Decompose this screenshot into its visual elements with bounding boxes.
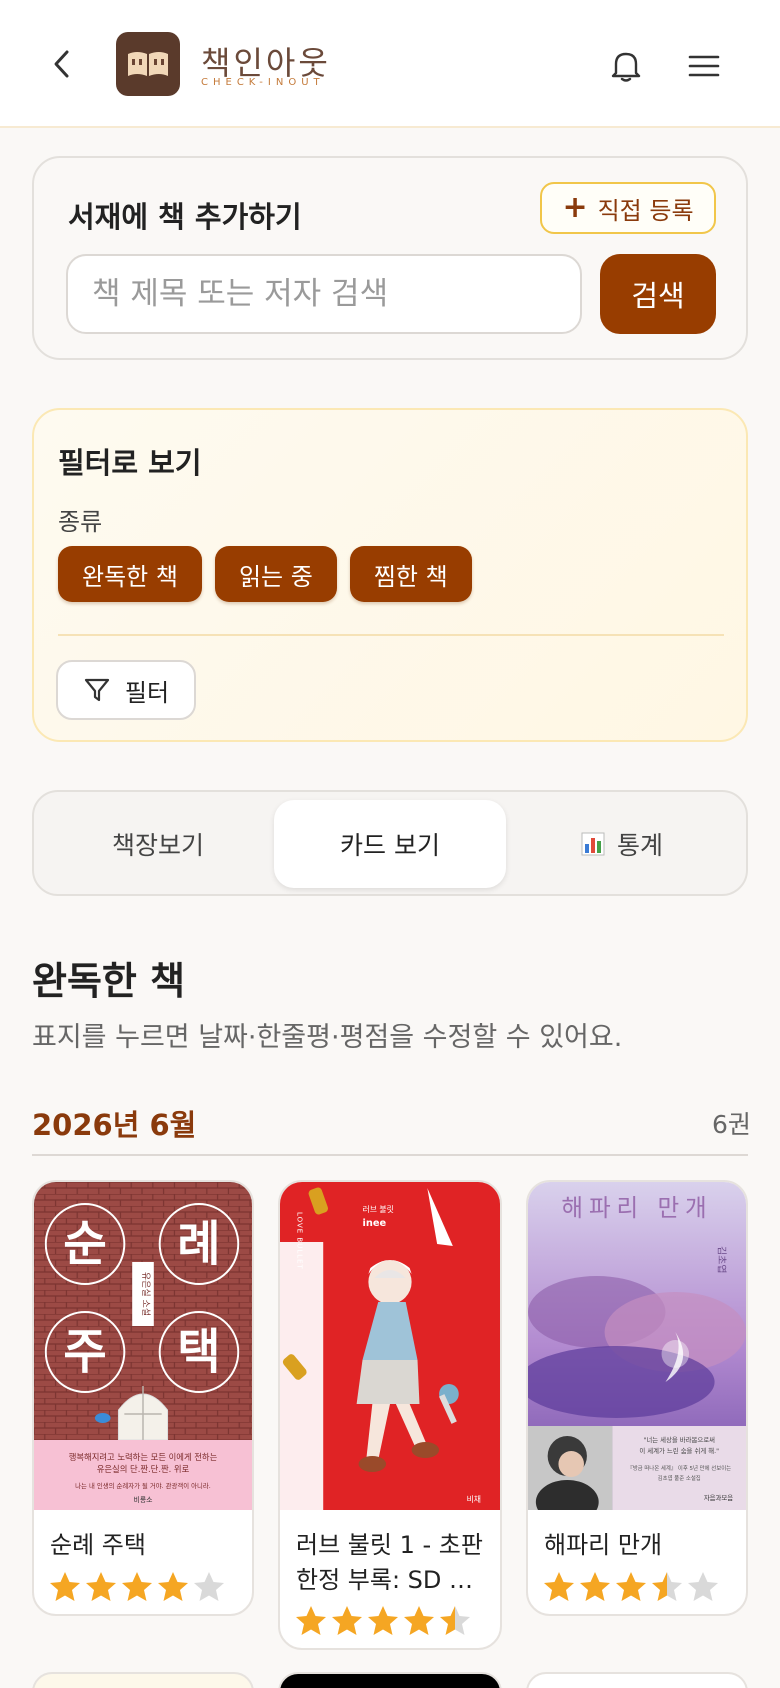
chip-finished[interactable]: 완독한 책 — [58, 546, 202, 602]
book-cover-image: 순 례 주 택 유은실 소설 행복해지려고 노력하는 모든 이에게 전하는 유은… — [34, 1182, 252, 1510]
star-filled-icon — [404, 1606, 434, 1635]
star-filled-icon — [580, 1572, 610, 1601]
cover-quote: "너는 세상을 바라봄으로써 — [643, 1435, 715, 1444]
book-card[interactable]: LOVE BULLET 러브 불릿 inee 비채 러브 불릿 1 - 초판 한… — [278, 1180, 502, 1650]
section-title: 완독한 책 — [32, 959, 186, 1003]
star-filled-icon — [86, 1572, 116, 1601]
cover-publisher: 비채 — [467, 1494, 481, 1504]
book-count: 6권 — [712, 1110, 751, 1139]
star-filled-icon — [332, 1606, 362, 1635]
search-button[interactable]: 검색 — [600, 254, 716, 334]
cover-char: 순 — [63, 1217, 106, 1272]
cover-quote: 이 세계가 느린 숨을 쉬게 해." — [639, 1446, 719, 1455]
cover-author: 유은실 소설 — [140, 1272, 151, 1316]
rating-stars — [294, 1604, 472, 1638]
book-search-input[interactable] — [66, 254, 582, 334]
tab-card-view-label: 카드 보기 — [340, 831, 440, 860]
cover-char: 택 — [177, 1325, 220, 1380]
book-card-partial[interactable] — [278, 1672, 502, 1688]
cover-char: 주 — [63, 1325, 106, 1380]
app-subtitle: CHECK-INOUT — [201, 77, 325, 88]
category-label: 종류 — [58, 508, 103, 536]
cover-title: 해파리 만개 — [561, 1194, 712, 1222]
view-tabs: 책장보기 카드 보기 통계 — [32, 790, 748, 896]
star-filled-icon — [368, 1606, 398, 1635]
star-filled-icon — [296, 1606, 326, 1635]
bar-chart-icon — [581, 832, 605, 856]
star-filled-icon — [158, 1572, 188, 1601]
cover-author: 김초엽 — [716, 1246, 728, 1274]
book-card-partial[interactable] — [32, 1672, 254, 1688]
star-empty-icon — [194, 1572, 224, 1601]
rating-stars — [542, 1570, 720, 1604]
cover-blurb: 행복해지려고 노력하는 모든 이에게 전하는 — [69, 1452, 218, 1462]
cover-blurb: 나는 내 인생의 순례자가 될 거야. 관광객이 아니라. — [75, 1481, 211, 1490]
funnel-icon — [84, 678, 110, 702]
notification-button[interactable] — [604, 44, 648, 88]
star-filled-icon — [122, 1572, 152, 1601]
tab-bookshelf[interactable]: 책장보기 — [42, 800, 274, 888]
star-filled-icon — [544, 1572, 574, 1601]
book-title-line: 한정 부록: SD … — [296, 1566, 474, 1594]
star-empty-icon — [688, 1572, 718, 1601]
cover-note: 『방금 떠나온 세계』 이후 5년 만에 선보이는 — [627, 1464, 731, 1472]
filter-card: 필터로 보기 종류 완독한 책 읽는 중 찜한 책 필터 — [32, 408, 748, 742]
cover-publisher: 자음과모음 — [704, 1493, 733, 1502]
back-button[interactable] — [44, 44, 80, 84]
cover-note: 김초엽 풀준 소설집 — [658, 1474, 701, 1482]
hamburger-menu-icon — [688, 55, 720, 77]
book-cover-image: 해파리 만개 김초엽 "너는 세상을 바라봄으로써 이 세계가 느린 숨을 쉬게… — [528, 1182, 746, 1510]
rating-stars — [48, 1570, 226, 1604]
tab-stats[interactable]: 통계 — [506, 800, 738, 888]
divider — [32, 1154, 748, 1156]
filter-title: 필터로 보기 — [58, 446, 202, 480]
month-header: 2026년 6월 — [32, 1108, 197, 1142]
direct-register-label: 직접 등록 — [597, 196, 694, 225]
book-title: 해파리 만개 — [544, 1531, 663, 1559]
book-card[interactable]: 순 례 주 택 유은실 소설 행복해지려고 노력하는 모든 이에게 전하는 유은… — [32, 1180, 254, 1616]
filter-button[interactable]: 필터 — [56, 660, 196, 720]
cover-series: 러브 불릿 — [363, 1204, 394, 1214]
book-card-partial[interactable] — [526, 1672, 748, 1688]
tab-bookshelf-label: 책장보기 — [111, 831, 204, 860]
tab-card-view[interactable]: 카드 보기 — [274, 800, 506, 888]
app-logo[interactable] — [116, 32, 180, 96]
menu-button[interactable] — [688, 44, 720, 88]
cover-author: inee — [363, 1218, 387, 1229]
app-header: 책인아웃 CHECK-INOUT — [0, 0, 780, 128]
star-half-icon — [652, 1572, 682, 1601]
plus-icon: + — [562, 190, 588, 225]
tab-stats-label: 통계 — [616, 831, 663, 860]
add-book-card: 서재에 책 추가하기 + 직접 등록 검색 — [32, 156, 748, 360]
direct-register-button[interactable]: + 직접 등록 — [540, 182, 716, 234]
filter-button-label: 필터 — [124, 678, 170, 707]
book-title: 러브 불릿 1 - 초판 한정 부록: SD … — [296, 1528, 483, 1598]
divider — [58, 634, 724, 636]
cover-blurb: 유은실의 단.짠.단.짠. 위로 — [97, 1464, 190, 1474]
category-chips: 완독한 책 읽는 중 찜한 책 — [58, 546, 472, 602]
book-title-line: 러브 불릿 1 - 초판 — [296, 1531, 483, 1559]
add-book-title: 서재에 책 추가하기 — [68, 200, 302, 234]
section-description: 표지를 누르면 날짜·한줄평·평점을 수정할 수 있어요. — [32, 1022, 623, 1053]
open-book-icon — [128, 52, 168, 76]
book-cover-image: LOVE BULLET 러브 불릿 inee 비채 — [280, 1182, 500, 1510]
book-title: 순례 주택 — [50, 1531, 146, 1559]
bell-icon — [611, 52, 641, 82]
star-filled-icon — [616, 1572, 646, 1601]
book-card[interactable]: 해파리 만개 김초엽 "너는 세상을 바라봄으로써 이 세계가 느린 숨을 쉬게… — [526, 1180, 748, 1616]
chip-wishlist[interactable]: 찜한 책 — [349, 546, 472, 602]
cover-char: 례 — [177, 1217, 220, 1272]
chip-reading[interactable]: 읽는 중 — [214, 546, 337, 602]
chevron-left-icon — [54, 50, 69, 78]
star-half-icon — [440, 1606, 470, 1635]
cover-publisher: 비룡소 — [134, 1495, 154, 1504]
star-filled-icon — [50, 1572, 80, 1601]
